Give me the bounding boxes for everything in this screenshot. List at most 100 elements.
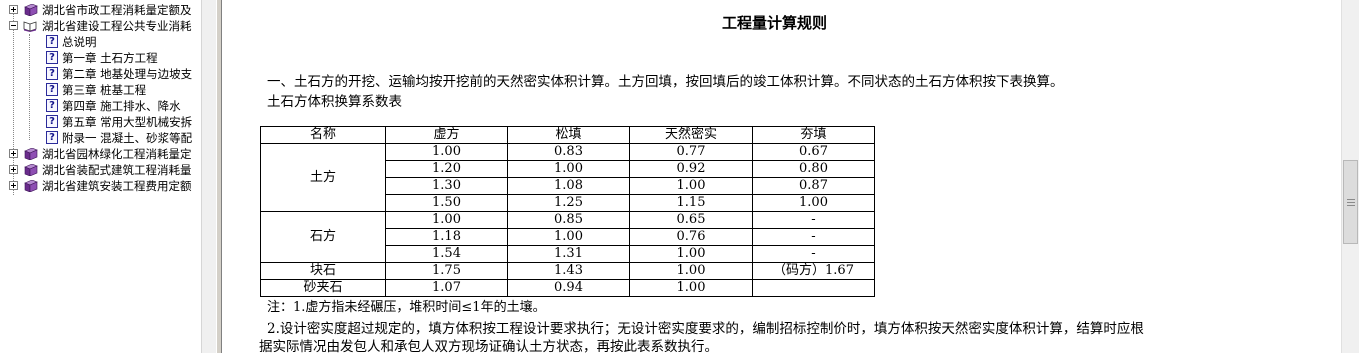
table-caption: 土石方体积换算系数表 — [267, 94, 402, 110]
help-page-icon: ? — [46, 115, 58, 128]
help-page-icon: ? — [46, 51, 58, 64]
tree-item-label: 湖北省园林绿化工程消耗量定 — [42, 147, 192, 161]
coefficient-cell: 0.85 — [507, 211, 630, 229]
coefficient-cell: 0.77 — [629, 143, 753, 161]
page-title: 工程量计算规则 — [722, 14, 828, 32]
coefficient-cell: 1.31 — [507, 245, 630, 263]
help-page-icon: ? — [46, 131, 58, 144]
coefficient-cell: 1.00 — [629, 279, 753, 297]
column-header: 虚方 — [385, 126, 508, 144]
material-name-cell: 土方 — [260, 143, 386, 212]
grip-line — [1347, 199, 1355, 200]
grip-line — [1347, 205, 1355, 206]
coefficient-cell: 1.00 — [507, 228, 630, 246]
tree-item-prefab[interactable]: 湖北省装配式建筑工程消耗量 — [0, 162, 201, 178]
coefficient-cell: 1.00 — [385, 143, 508, 161]
table-row: 块石 1.75 1.43 1.00 （码方）1.67 — [260, 262, 875, 280]
coefficient-cell: 0.94 — [507, 279, 630, 297]
note-1: 注：1.虚方指未经碾压，堆积时间≤1年的土壤。 — [267, 300, 546, 315]
coefficient-cell: 1.30 — [385, 177, 508, 195]
material-name-cell: 块石 — [260, 262, 386, 280]
coefficient-cell: 0.80 — [752, 160, 875, 178]
coefficient-cell: 1.43 — [507, 262, 630, 280]
note-3: 据实际情况由发包人和承包人双方现场证确认土方状态，再按此表系数执行。 — [259, 339, 718, 353]
coefficient-cell — [752, 279, 875, 297]
tree-item-label: 湖北省装配式建筑工程消耗量 — [42, 163, 192, 177]
coefficient-cell: 1.20 — [385, 160, 508, 178]
coefficient-cell: 1.54 — [385, 245, 508, 263]
tree-item-chapter-4[interactable]: ? 第四章 施工排水、降水 — [0, 98, 201, 114]
scrollbar-thumb[interactable] — [1343, 160, 1358, 244]
coefficient-cell: 0.92 — [629, 160, 753, 178]
help-page-icon: ? — [46, 99, 58, 112]
tree-item-landscaping[interactable]: 湖北省园林绿化工程消耗量定 — [0, 146, 201, 162]
coefficient-cell: 1.08 — [507, 177, 630, 195]
material-name-cell: 石方 — [260, 211, 386, 263]
coefficient-cell: 1.15 — [629, 194, 753, 212]
tree-item-label: 第四章 施工排水、降水 — [62, 99, 181, 113]
expand-icon[interactable] — [9, 5, 18, 14]
coefficient-cell: 1.07 — [385, 279, 508, 297]
coefficient-cell: - — [752, 228, 875, 246]
tree-item-label: 第一章 土石方工程 — [62, 51, 158, 65]
grip-line — [1347, 202, 1355, 203]
tree-item-label: 总说明 — [62, 35, 97, 49]
collapse-icon[interactable] — [9, 21, 18, 30]
coefficient-cell: 1.00 — [507, 160, 630, 178]
tree-item-label: 第五章 常用大型机械安拆 — [62, 115, 193, 129]
coefficient-cell: 1.00 — [629, 245, 753, 263]
coefficient-cell: 0.67 — [752, 143, 875, 161]
tree-vertical-scrollbar[interactable] — [201, 0, 216, 353]
tree-item-label: 附录一 混凝土、砂浆等配 — [62, 131, 193, 145]
table-row: 石方 1.00 0.85 0.65- — [260, 211, 875, 263]
tree-item-chapter-5[interactable]: ? 第五章 常用大型机械安拆 — [0, 114, 201, 130]
material-name-cell: 砂夹石 — [260, 279, 386, 297]
coefficient-cell: 0.83 — [507, 143, 630, 161]
closed-book-icon — [24, 148, 38, 160]
tree-item-label: 第二章 地基处理与边坡支 — [62, 67, 193, 81]
coefficient-cell: 0.65 — [629, 211, 753, 229]
column-header: 松填 — [507, 126, 630, 144]
tree-item-label: 湖北省建筑安装工程费用定额 — [42, 179, 192, 193]
closed-book-icon — [24, 180, 38, 192]
help-topics-tree: 湖北省市政工程消耗量定额及 湖北省建设工程公共专业消耗 ? 总说明 ? 第一章 … — [0, 0, 201, 353]
table-row: 砂夹石 1.07 0.94 1.00 — [260, 279, 875, 297]
closed-book-icon — [24, 4, 38, 16]
table-row: 土方 1.00 0.83 0.77 0.67 — [260, 143, 875, 212]
tree-item-label: 第三章 桩基工程 — [62, 83, 147, 97]
earthwork-conversion-table: 名称 虚方 松填 天然密实 夯填 土方 1.00 0.83 0.77 0.67 1.20 1… — [260, 126, 875, 297]
expand-icon[interactable] — [9, 165, 18, 174]
tree-item-chapter-3[interactable]: ? 第三章 桩基工程 — [0, 82, 201, 98]
note-2: 2.设计密实度超过规定的，填方体积按工程设计要求执行；无设计密实度要求的，编制招… — [267, 321, 1144, 337]
tree-item-chapter-2[interactable]: ? 第二章 地基处理与边坡支 — [0, 66, 201, 82]
column-header: 名称 — [260, 126, 386, 144]
help-page-icon: ? — [46, 83, 58, 96]
topic-content: 工程量计算规则 一、土石方的开挖、运输均按开挖前的天然密实体积计算。土方回填，按… — [222, 0, 1341, 353]
tree-item-public-specialty[interactable]: 湖北省建设工程公共专业消耗 — [0, 18, 201, 34]
help-page-icon: ? — [46, 35, 58, 48]
help-page-icon: ? — [46, 67, 58, 80]
tree-item-municipal[interactable]: 湖北省市政工程消耗量定额及 — [0, 2, 201, 18]
coefficient-cell: （码方）1.67 — [752, 262, 875, 280]
coefficient-cell: - — [752, 245, 875, 263]
coefficient-cell: - — [752, 211, 875, 229]
open-book-icon — [23, 21, 37, 32]
tree-item-chapter-1[interactable]: ? 第一章 土石方工程 — [0, 50, 201, 66]
expand-icon[interactable] — [9, 181, 18, 190]
column-header: 天然密实 — [629, 126, 753, 144]
tree-item-label: 湖北省市政工程消耗量定额及 — [42, 3, 192, 17]
closed-book-icon — [24, 164, 38, 176]
tree-item-appendix-1[interactable]: ? 附录一 混凝土、砂浆等配 — [0, 130, 201, 146]
tree-item-general-notes[interactable]: ? 总说明 — [0, 34, 201, 50]
coefficient-cell: 1.00 — [629, 177, 753, 195]
tree-item-fees[interactable]: 湖北省建筑安装工程费用定额 — [0, 178, 201, 194]
coefficient-cell: 0.87 — [752, 177, 875, 195]
table-header-row: 名称 虚方 松填 天然密实 夯填 — [260, 126, 875, 144]
coefficient-cell: 1.50 — [385, 194, 508, 212]
rule-paragraph-1: 一、土石方的开挖、运输均按开挖前的天然密实体积计算。土方回填，按回填后的竣工体积… — [267, 74, 1064, 90]
content-vertical-scrollbar[interactable] — [1341, 0, 1359, 353]
coefficient-cell: 1.00 — [385, 211, 508, 229]
coefficient-cell: 1.00 — [752, 194, 875, 212]
coefficient-cell: 1.00 — [629, 262, 753, 280]
expand-icon[interactable] — [9, 149, 18, 158]
